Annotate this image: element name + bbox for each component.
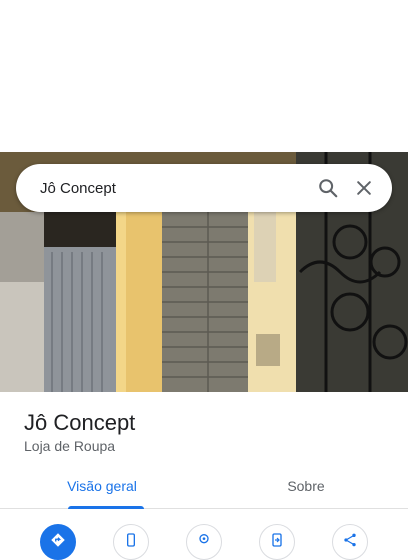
directions-button[interactable] [40, 524, 77, 560]
place-info-panel: Jô Concept Loja de Roupa Visão geral Sob… [0, 392, 408, 560]
share-icon [342, 532, 358, 553]
top-blank-area [0, 0, 408, 152]
call-icon [123, 532, 139, 553]
save-button[interactable] [185, 524, 222, 560]
send-to-phone-icon [269, 532, 285, 553]
search-bar[interactable]: Jô Concept [16, 164, 392, 212]
save-icon [196, 532, 212, 553]
tab-about[interactable]: Sobre [204, 464, 408, 508]
active-tab-indicator [68, 506, 144, 509]
call-button[interactable] [113, 524, 150, 560]
search-icon[interactable] [310, 170, 346, 206]
place-name: Jô Concept [24, 410, 136, 435]
tab-overview[interactable]: Visão geral [0, 464, 204, 508]
tab-bar: Visão geral Sobre [0, 464, 408, 509]
directions-icon [49, 531, 67, 554]
place-category: Loja de Roupa [24, 438, 116, 454]
search-input[interactable]: Jô Concept [40, 180, 310, 197]
close-icon[interactable] [346, 170, 382, 206]
send-to-phone-button[interactable] [258, 524, 295, 560]
action-buttons [0, 524, 408, 560]
share-button[interactable] [331, 524, 368, 560]
